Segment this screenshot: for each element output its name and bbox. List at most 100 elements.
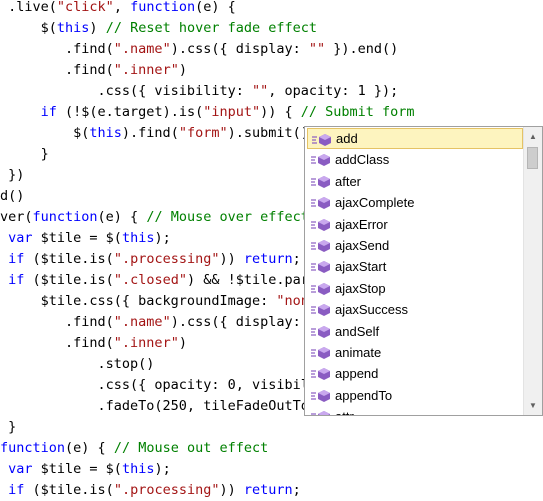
completion-item-label: ajaxComplete: [335, 195, 415, 211]
code-token: this: [56, 20, 90, 36]
code-line: .find(".name").css({ display:: [0, 312, 301, 333]
code-token: this: [121, 461, 155, 477]
completion-item-label: ajaxSuccess: [335, 302, 408, 318]
code-token: .live(: [0, 0, 57, 15]
method-icon: [311, 347, 330, 359]
completion-item-label: ajaxStart: [335, 259, 387, 275]
method-icon: [311, 218, 330, 231]
code-token: // Mouse over effect: [146, 209, 309, 225]
code-token: return: [243, 251, 293, 267]
code-token: );: [154, 461, 171, 477]
completion-item[interactable]: append: [307, 363, 523, 384]
code-line: function(e) { // Mouse out effect: [0, 438, 268, 459]
code-token: ".processing": [113, 251, 220, 267]
code-line: if ($tile.is(".processing")) return;: [0, 480, 301, 501]
completion-item-label: animate: [335, 345, 382, 360]
completion-item[interactable]: ajaxSuccess: [307, 299, 523, 320]
completion-item[interactable]: ajaxStop: [307, 278, 523, 299]
code-token: ($tile.is(: [24, 272, 114, 288]
code-token: ver(: [0, 209, 33, 225]
completion-item[interactable]: ajaxComplete: [307, 192, 523, 213]
code-token: .find(: [0, 41, 114, 57]
completion-item-label: after: [335, 173, 362, 189]
code-token: "": [251, 83, 269, 99]
completion-list[interactable]: add addClass after ajaxComplete ajaxError aja…: [304, 126, 543, 416]
code-token: .find(: [0, 335, 114, 351]
code-token: ).find(: [121, 125, 179, 141]
completion-item[interactable]: addClass: [307, 149, 523, 170]
completion-item[interactable]: attr: [307, 406, 523, 415]
code-token: .stop(): [0, 356, 155, 372]
completion-item[interactable]: appendTo: [307, 385, 523, 406]
code-token: ".processing": [113, 482, 220, 498]
code-token: ($tile.is(: [24, 482, 114, 498]
completion-item[interactable]: ajaxStart: [307, 256, 523, 277]
code-token: ).css({ display:: [170, 41, 309, 57]
code-line: var $tile = $(this);: [0, 459, 171, 480]
method-icon: [311, 304, 330, 317]
method-icon: [311, 154, 330, 167]
code-token: , opacity: 1 });: [268, 83, 399, 99]
code-token: }: [0, 146, 49, 162]
code-token: "": [308, 41, 326, 57]
code-token: $(: [0, 125, 90, 141]
completion-item-label: attr: [335, 406, 354, 415]
code-line: $(this).find("form").submit().: [0, 123, 317, 144]
code-token: (e) {: [97, 209, 147, 225]
code-token: if: [8, 251, 25, 267]
code-token: ): [178, 335, 187, 351]
code-token: )) {: [260, 104, 301, 120]
code-token: .find(: [0, 62, 114, 78]
code-token: this: [89, 125, 122, 141]
code-token: "click": [56, 0, 114, 15]
completion-item[interactable]: ajaxSend: [307, 235, 523, 256]
completion-item[interactable]: animate: [307, 342, 523, 363]
method-icon: [312, 134, 331, 146]
code-token: (e) {: [195, 0, 236, 15]
code-token: ".inner": [113, 335, 179, 351]
code-token: }): [0, 167, 25, 183]
completion-item[interactable]: add: [307, 128, 523, 149]
method-icon: [311, 282, 330, 295]
code-token: function: [0, 440, 66, 456]
code-token: $tile.css({ backgroundImage:: [0, 293, 277, 309]
scroll-down-icon[interactable]: ▼: [524, 397, 542, 414]
code-token: ): [178, 62, 187, 78]
code-token: if: [8, 272, 25, 288]
code-token: if: [40, 104, 57, 120]
code-token: $tile = $(: [32, 461, 122, 477]
code-token: d(): [0, 188, 25, 204]
code-token: this: [121, 230, 155, 246]
code-token: (!$(e.target).is(: [56, 104, 204, 120]
completion-item[interactable]: after: [307, 171, 523, 192]
code-token: "form": [178, 125, 228, 141]
method-icon: [311, 261, 330, 274]
completion-item[interactable]: ajaxError: [307, 214, 523, 235]
code-line: if ($tile.is(".processing")) return;: [0, 249, 301, 270]
completion-item-label: ajaxError: [335, 216, 388, 232]
completion-item-label: andSelf: [335, 323, 380, 339]
code-token: ".closed": [113, 272, 187, 288]
code-token: var: [8, 230, 33, 246]
code-line: .find(".inner"): [0, 60, 187, 81]
code-token: .fadeTo(250, tileFadeOutTo: [0, 398, 309, 414]
completion-item[interactable]: andSelf: [307, 321, 523, 342]
code-line: .live("click", function(e) {: [0, 0, 236, 18]
completion-scrollbar[interactable]: ▲ ▼: [523, 127, 542, 415]
code-line: }): [0, 165, 24, 186]
completion-item-label: addClass: [335, 152, 390, 168]
code-token: $(: [0, 20, 57, 36]
scroll-up-icon[interactable]: ▲: [524, 128, 542, 145]
scrollbar-thumb[interactable]: [527, 147, 538, 169]
completion-item-label: ajaxSend: [335, 238, 390, 253]
code-token: )): [219, 251, 244, 267]
code-line: d(): [0, 186, 24, 207]
code-token: }).end(): [325, 41, 399, 57]
code-line: }: [0, 144, 49, 165]
completion-item-label: appendTo: [335, 387, 393, 403]
code-token: }: [0, 419, 17, 435]
